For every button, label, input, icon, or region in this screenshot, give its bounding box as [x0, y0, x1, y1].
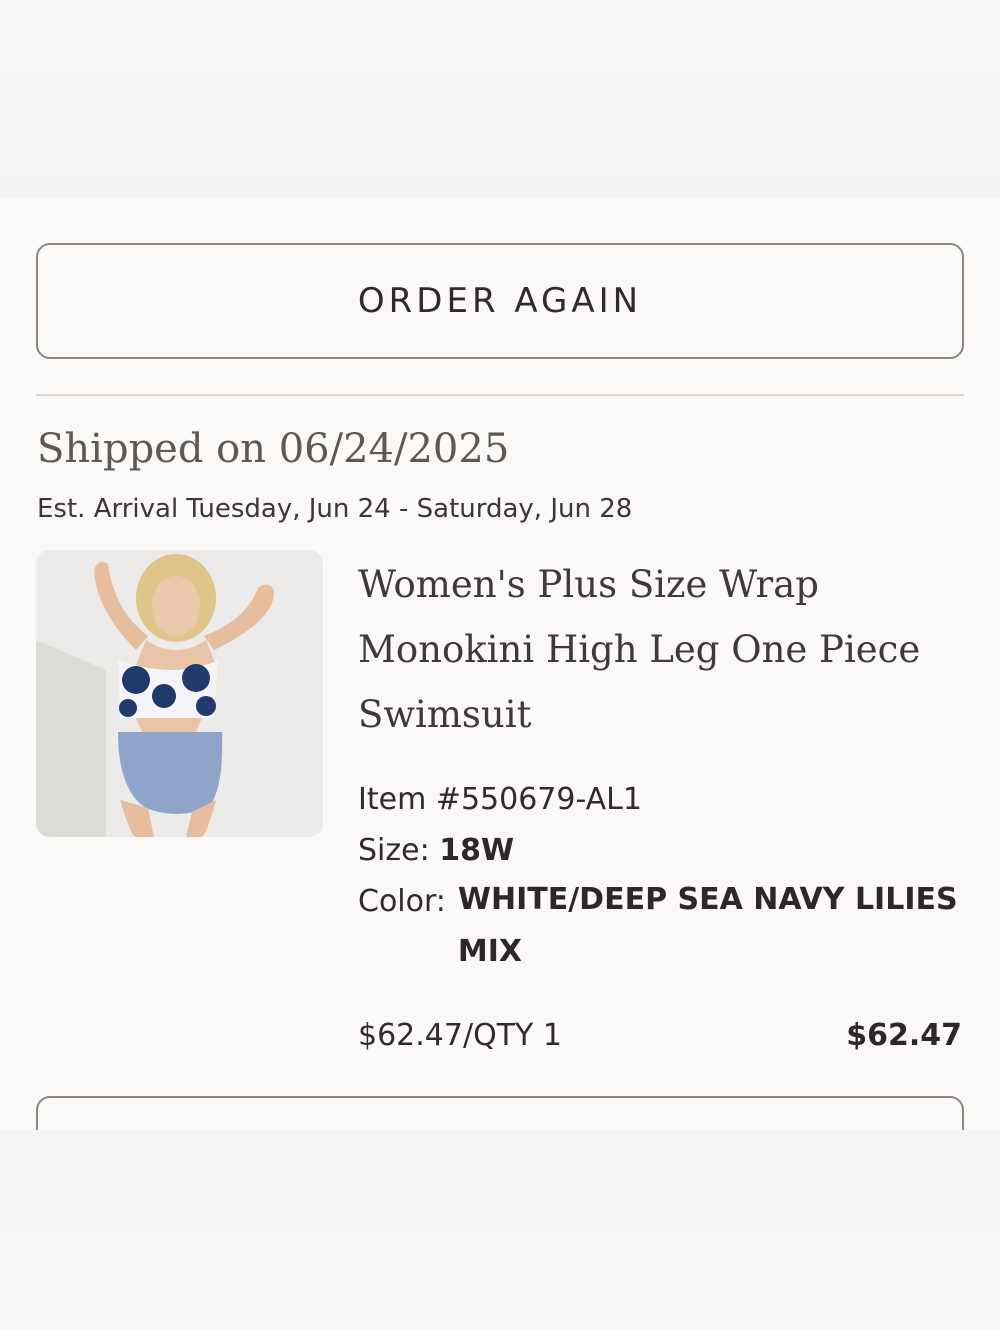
unit-price-quantity: $62.47/QTY 1	[358, 1018, 562, 1053]
size-value: 18W	[439, 833, 515, 868]
blurred-footer-area	[0, 1130, 1000, 1330]
section-divider	[36, 394, 964, 396]
estimated-arrival: Est. Arrival Tuesday, Jun 24 - Saturday,…	[37, 494, 633, 524]
size-row: Size: 18W	[358, 833, 514, 868]
product-image[interactable]	[36, 550, 323, 837]
blurred-header-area	[0, 0, 1000, 198]
color-label: Color:	[358, 884, 446, 919]
order-again-button[interactable]: ORDER AGAIN	[36, 243, 964, 359]
color-row: Color: WHITE/DEEP SEA NAVY LILIES MIX	[358, 882, 958, 978]
order-details-panel: ORDER AGAIN Shipped on 06/24/2025 Est. A…	[0, 198, 1000, 1130]
shipped-date-title: Shipped on 06/24/2025	[37, 426, 510, 472]
next-action-button[interactable]	[36, 1096, 964, 1130]
product-name[interactable]: Women's Plus Size Wrap Monokini High Leg…	[358, 552, 968, 747]
total-price: $62.47	[846, 1018, 962, 1053]
size-label: Size:	[358, 833, 430, 868]
item-number: Item #550679-AL1	[358, 782, 642, 817]
color-value: WHITE/DEEP SEA NAVY LILIES MIX	[457, 882, 958, 969]
swimsuit-photo	[36, 550, 323, 837]
